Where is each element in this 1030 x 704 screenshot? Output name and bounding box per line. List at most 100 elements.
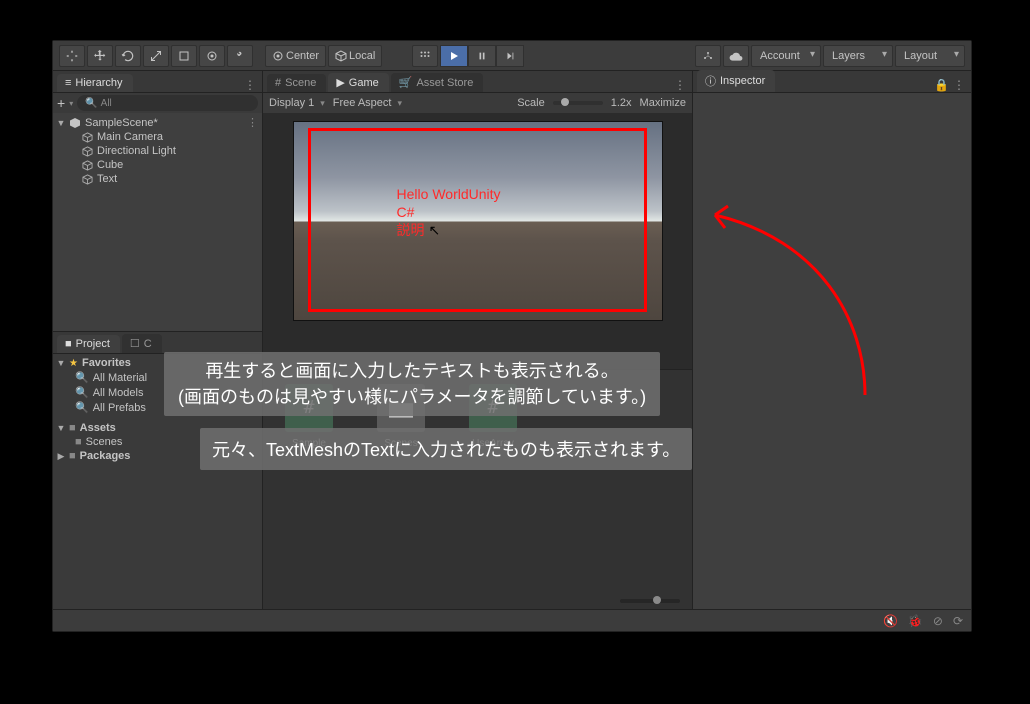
tab-scene[interactable]: # Scene	[267, 74, 326, 92]
snap-button[interactable]	[412, 45, 438, 67]
inspector-tabs: ⓘ Inspector 🔒 ⋮	[693, 71, 971, 93]
fav-item-label: All Models	[93, 387, 144, 399]
hierarchy-tab-label: Hierarchy	[75, 77, 122, 89]
asset-child-label: Scenes	[86, 436, 123, 448]
local-label: Local	[349, 50, 375, 62]
panel-menu-icon[interactable]: ⋮	[953, 78, 965, 92]
layers-label: Layers	[832, 50, 865, 62]
panel-menu-icon[interactable]: ⋮	[668, 78, 692, 92]
account-dropdown[interactable]: Account	[751, 45, 821, 67]
transform-tool-button[interactable]	[199, 45, 225, 67]
hierarchy-item[interactable]: Main Camera	[53, 130, 262, 144]
gameobject-icon	[81, 131, 93, 143]
status-icon-mute[interactable]: 🔇	[883, 614, 898, 628]
pivot-local-button[interactable]: Local	[328, 45, 382, 67]
pause-button[interactable]	[468, 45, 496, 67]
scene-name: SampleScene*	[85, 117, 158, 129]
annotation-callout-1: 再生すると画面に入力したテキストも表示される。 (画面のものは見やすい様にパラメ…	[164, 352, 660, 416]
step-button[interactable]	[496, 45, 524, 67]
status-icon-cache[interactable]: ⊘	[933, 614, 943, 628]
game-icon: ▶	[336, 76, 344, 89]
assets-label: Assets	[80, 422, 116, 434]
center-icon	[272, 50, 284, 62]
hierarchy-scene-row[interactable]: ▼ SampleScene* ⋮	[53, 115, 262, 130]
status-icon-debugger[interactable]: 🐞	[908, 614, 923, 628]
center-tabs: # Scene ▶ Game 🛒 Asset Store ⋮	[263, 71, 692, 93]
tab-asset-store[interactable]: 🛒 Asset Store	[391, 73, 484, 92]
hierarchy-item-label: Main Camera	[97, 131, 163, 143]
aspect-dropdown[interactable]: Free Aspect	[333, 97, 453, 109]
game-text-line: 説明	[397, 221, 501, 239]
scale-tool-button[interactable]	[143, 45, 169, 67]
hierarchy-item-label: Text	[97, 173, 117, 185]
folder-icon: ■	[69, 422, 76, 434]
hierarchy-item-label: Directional Light	[97, 145, 176, 157]
game-textmesh-content: Hello WorldUnity C# 説明	[397, 185, 501, 239]
callout-line: 元々、TextMeshのTextに入力されたものも表示されます。	[212, 440, 680, 460]
play-button[interactable]	[440, 45, 468, 67]
local-icon	[335, 50, 347, 62]
favorites-label: Favorites	[82, 357, 131, 369]
cloud-button[interactable]	[723, 45, 749, 67]
panel-menu-icon[interactable]: ⋮	[244, 78, 256, 92]
hierarchy-search-input[interactable]: 🔍 All	[77, 95, 258, 111]
tab-console[interactable]: ☐ C	[122, 334, 162, 353]
tab-game[interactable]: ▶ Game	[328, 73, 388, 92]
inspector-tab-label: Inspector	[720, 75, 765, 87]
scene-menu-icon[interactable]: ⋮	[247, 116, 258, 129]
move-tool-button[interactable]	[87, 45, 113, 67]
unity-logo-icon	[69, 117, 81, 129]
scale-slider[interactable]	[553, 101, 603, 105]
status-bar: 🔇 🐞 ⊘ ⟳	[53, 609, 971, 631]
hand-tool-button[interactable]	[59, 45, 85, 67]
layout-label: Layout	[904, 50, 937, 62]
game-control-bar: Display 1 Free Aspect Scale 1.2x Maximiz…	[263, 93, 692, 113]
folder-icon: ■	[65, 338, 72, 350]
game-text-line: C#	[397, 203, 501, 221]
hierarchy-add-button[interactable]: +	[57, 95, 65, 111]
hierarchy-item[interactable]: Cube	[53, 158, 262, 172]
folder-icon: ■	[75, 436, 82, 448]
hierarchy-item[interactable]: Directional Light	[53, 144, 262, 158]
maximize-button[interactable]: Maximize	[640, 97, 686, 109]
layout-dropdown[interactable]: Layout	[895, 45, 965, 67]
collab-button[interactable]	[695, 45, 721, 67]
hierarchy-tabs: ≡ Hierarchy ⋮	[53, 71, 262, 93]
hierarchy-item[interactable]: Text	[53, 172, 262, 186]
game-text-line: Hello WorldUnity	[397, 185, 501, 203]
status-icon-refresh[interactable]: ⟳	[953, 614, 963, 628]
gameobject-icon	[81, 145, 93, 157]
center-label: Center	[286, 50, 319, 62]
asset-size-slider[interactable]	[620, 599, 680, 603]
rect-tool-button[interactable]	[171, 45, 197, 67]
scene-tab-label: Scene	[285, 77, 316, 89]
tab-hierarchy[interactable]: ≡ Hierarchy	[57, 74, 133, 92]
gameobject-icon	[81, 159, 93, 171]
packages-label: Packages	[80, 450, 131, 462]
project-tab-label: Project	[76, 338, 110, 350]
display-dropdown[interactable]: Display 1	[269, 97, 325, 109]
tab-project[interactable]: ■ Project	[57, 335, 120, 353]
aspect-label: Free Aspect	[333, 97, 392, 109]
layers-dropdown[interactable]: Layers	[823, 45, 893, 67]
display-label: Display 1	[269, 97, 314, 109]
inspector-body	[693, 93, 971, 609]
lock-icon[interactable]: 🔒	[934, 78, 949, 92]
custom-tool-button[interactable]	[227, 45, 253, 67]
fav-item-label: All Prefabs	[93, 402, 146, 414]
account-label: Account	[760, 50, 800, 62]
fav-item-label: All Material	[93, 372, 147, 384]
scale-label: Scale	[517, 97, 545, 109]
pivot-center-button[interactable]: Center	[265, 45, 326, 67]
mouse-cursor-icon: ↖	[429, 222, 441, 239]
scale-value: 1.2x	[611, 97, 632, 109]
main-toolbar: Center Local Account Layers Layout	[53, 41, 971, 71]
rotate-tool-button[interactable]	[115, 45, 141, 67]
hierarchy-search-placeholder: All	[101, 98, 112, 109]
hierarchy-icon: ≡	[65, 77, 71, 89]
asset-store-icon: 🛒	[399, 76, 413, 89]
assetstore-tab-label: Asset Store	[416, 77, 473, 89]
console-icon: ☐	[130, 337, 140, 350]
star-icon: ★	[69, 358, 78, 369]
tab-inspector[interactable]: ⓘ Inspector	[697, 70, 775, 92]
